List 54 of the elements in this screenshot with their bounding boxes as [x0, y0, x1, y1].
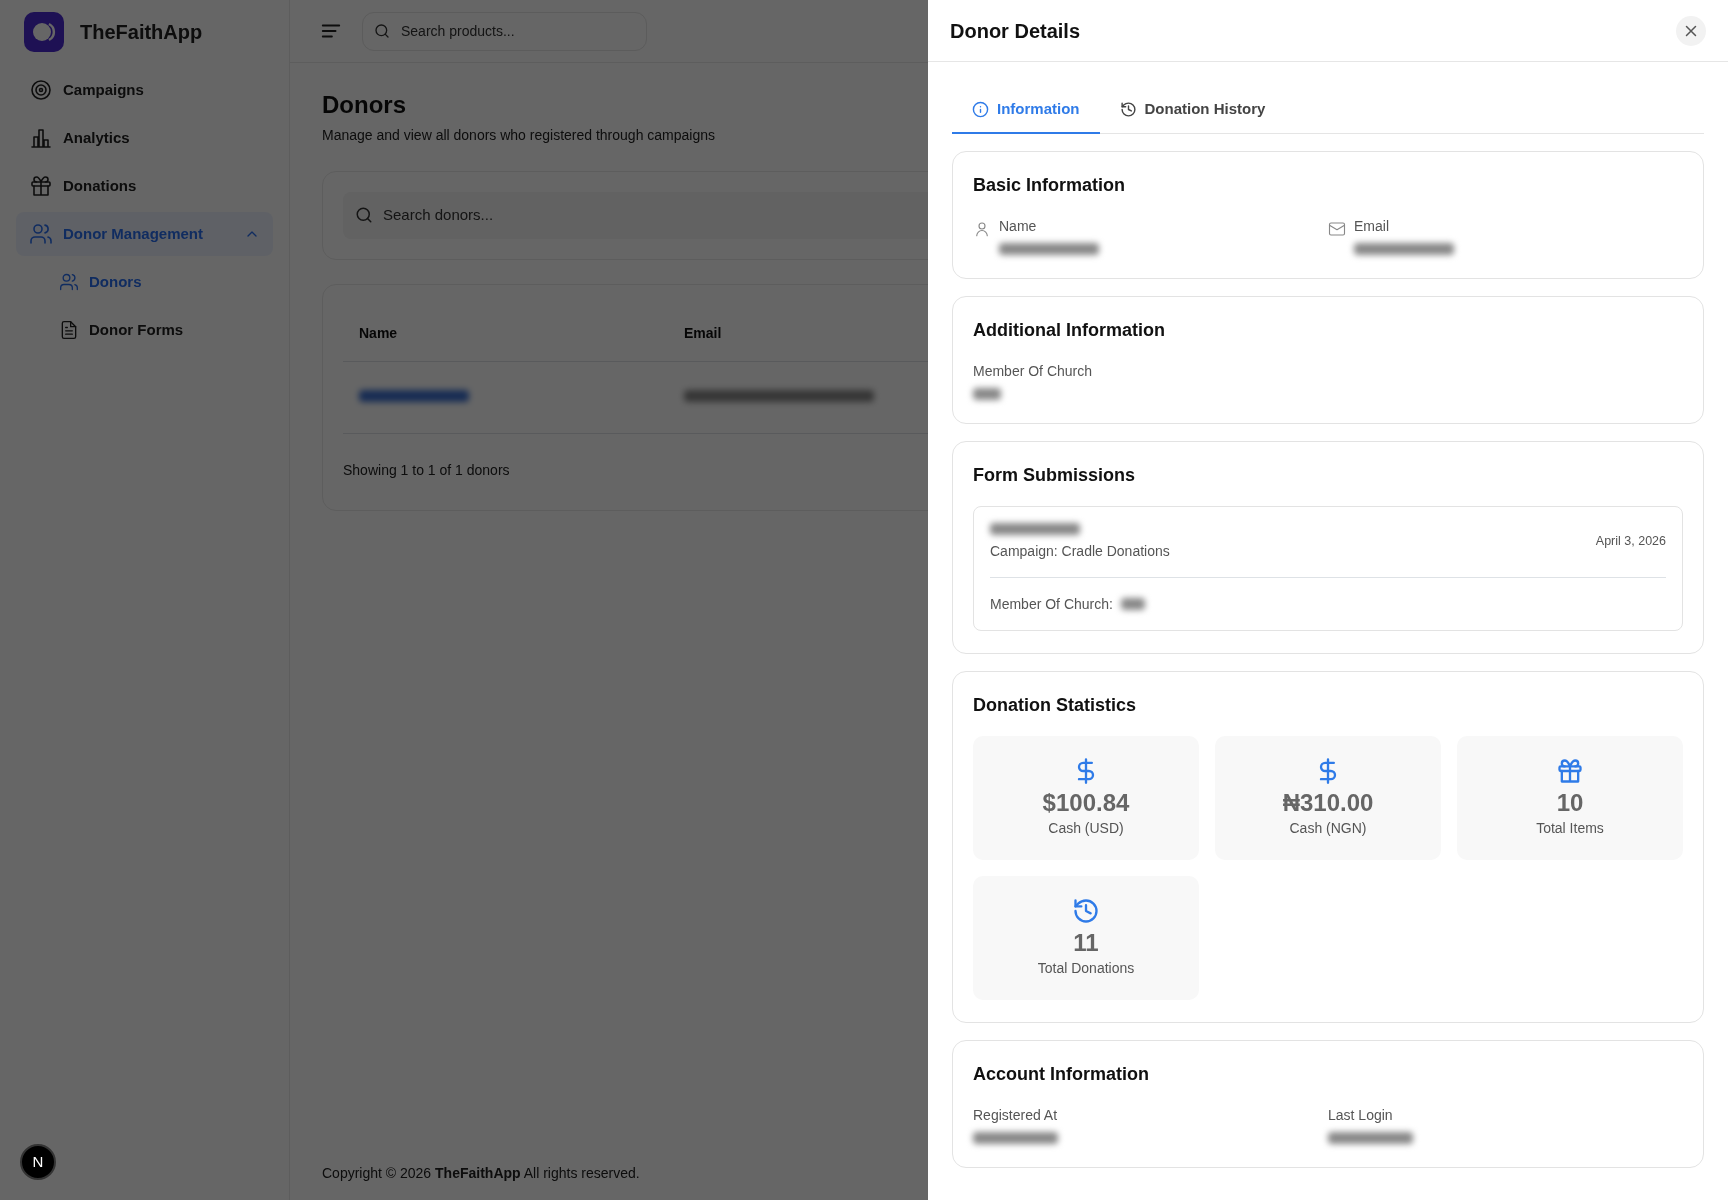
blurred-value	[1120, 598, 1145, 610]
sidebar-subitem[interactable]: Donors	[46, 260, 273, 304]
close-button[interactable]	[1676, 15, 1706, 46]
info-icon	[972, 100, 989, 118]
field-label: Email	[1354, 217, 1390, 236]
dev-badge[interactable]: N	[20, 1144, 56, 1180]
stat-value: 11	[1073, 929, 1099, 958]
stat-value: ₦310.00	[1282, 789, 1374, 818]
section-title: Account Information	[973, 1063, 1150, 1085]
people-icon	[29, 222, 53, 246]
history-icon	[1119, 100, 1137, 118]
stat-label: Cash (NGN)	[1289, 818, 1367, 838]
stat-label: Total Items	[1536, 818, 1604, 838]
bar-chart-icon	[29, 126, 53, 150]
envelope-icon	[1328, 220, 1346, 238]
page-title: Donors	[322, 91, 406, 118]
sidebar-item[interactable]: Analytics	[16, 116, 273, 160]
people-icon	[59, 272, 79, 292]
field-label: Last Login	[1328, 1106, 1394, 1125]
person-icon	[973, 220, 991, 238]
column-header: Name	[359, 324, 398, 341]
gift-icon	[1556, 757, 1584, 786]
column-header: Email	[684, 324, 722, 341]
stat-value: 10	[1556, 789, 1584, 818]
sidebar-subitem[interactable]: Donor Forms	[46, 308, 273, 352]
gift-icon	[29, 174, 53, 198]
page-subtitle: Manage and view all donors who registered through campaigns	[322, 127, 715, 143]
section-title: Donation Statistics	[973, 694, 1138, 716]
search-field[interactable]: Search products...	[362, 11, 647, 51]
app-name: TheFaithApp	[80, 20, 203, 45]
sidebar-item[interactable]: Donations	[16, 164, 273, 208]
stat-value: $100.84	[1042, 789, 1130, 818]
copyright-text: Copyright © 2026 TheFaithApp All rights reserved.	[322, 1165, 640, 1181]
document-icon	[59, 320, 79, 340]
tab[interactable]: Information	[952, 86, 1100, 134]
table-summary: Showing 1 to 1 of 1 donors	[343, 461, 510, 478]
submission-campaign: Campaign: Cradle Donations	[990, 542, 1170, 561]
tab[interactable]: Donation History	[1099, 86, 1286, 134]
sidebar-item[interactable]: Campaigns	[16, 68, 273, 112]
section-title: Additional Information	[973, 319, 1166, 341]
field-label: Registered At	[973, 1106, 1058, 1125]
stat-label: Total Donations	[1037, 958, 1135, 978]
sidebar-item[interactable]: Donor Management	[16, 212, 273, 256]
section-title: Form Submissions	[973, 464, 1137, 486]
stat-label: Cash (USD)	[1048, 818, 1124, 838]
target-icon	[29, 78, 53, 102]
logo-icon	[24, 12, 64, 52]
history-icon	[1072, 897, 1100, 926]
submission-date: April 3, 2026	[1595, 532, 1666, 550]
submission-field: Member Of Church:	[990, 594, 1113, 614]
field-label: Name	[999, 217, 1038, 236]
blurred-value	[973, 388, 1001, 400]
drawer-title: Donor Details	[950, 18, 1081, 43]
field-label: Member Of Church	[973, 362, 1093, 381]
